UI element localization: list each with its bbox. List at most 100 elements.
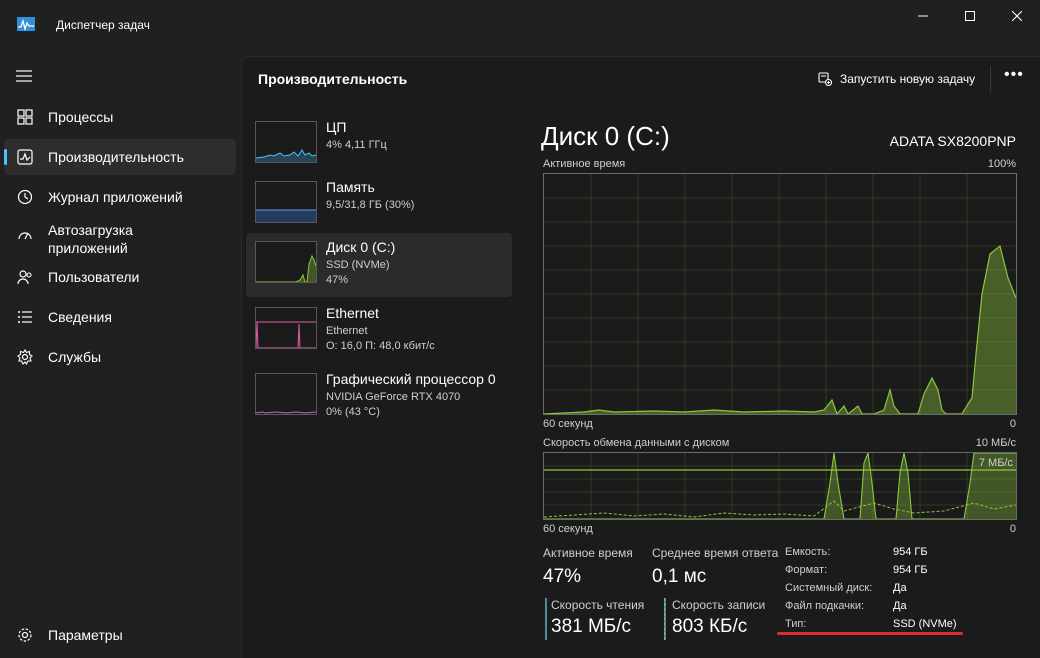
more-options-button[interactable]: ••• <box>1004 66 1024 84</box>
close-icon <box>1012 11 1022 21</box>
device-item-disk0[interactable]: Диск 0 (C:) SSD (NVMe) 47% <box>246 233 512 297</box>
minimize-button[interactable] <box>900 0 946 32</box>
transfer-rate-min-label: 0 <box>1009 523 1016 535</box>
details-icon <box>16 308 34 326</box>
transfer-rate-x-label: 60 секунд <box>543 523 593 535</box>
disk-title: Диск 0 (C:) <box>541 121 670 151</box>
startup-icon <box>16 226 34 244</box>
gpu-thumbnail-graph <box>255 373 317 415</box>
property-label: Системный диск: <box>785 582 873 594</box>
property-label: Емкость: <box>785 546 831 558</box>
write-speed-label: Скорость записи <box>672 598 766 612</box>
nav-label: Журнал приложений <box>48 189 183 205</box>
disk-model: ADATA SX8200PNP <box>889 133 1016 149</box>
nav-item-performance[interactable]: Производительность <box>4 139 236 175</box>
device-detail: 9,5/31,8 ГБ (30%) <box>326 199 415 211</box>
page-title: Производительность <box>258 71 408 87</box>
active-time-graph <box>543 173 1017 416</box>
hamburger-menu-icon[interactable] <box>14 66 34 86</box>
main-panel: Производительность Запустить новую задач… <box>241 56 1040 658</box>
device-name: ЦП <box>326 119 347 135</box>
property-label: Тип: <box>785 618 807 630</box>
transfer-rate-graph-label: Скорость обмена данными с диском <box>543 437 730 449</box>
users-icon <box>16 268 34 286</box>
device-detail: NVIDIA GeForce RTX 4070 <box>326 391 461 403</box>
nav-item-settings[interactable]: Параметры <box>4 617 236 653</box>
device-item-memory[interactable]: Память 9,5/31,8 ГБ (30%) <box>246 173 512 237</box>
nav-label: Пользователи <box>48 269 140 285</box>
new-task-icon <box>818 72 832 86</box>
write-speed-value: 803 КБ/с <box>672 616 748 637</box>
property-label: Формат: <box>785 564 828 576</box>
nav-item-services[interactable]: Службы <box>4 339 236 375</box>
property-label: Файл подкачки: <box>785 600 865 612</box>
active-time-stat-value: 47% <box>543 566 582 587</box>
write-speed-bar <box>664 598 666 640</box>
type-highlight-underline <box>777 632 963 635</box>
device-name: Диск 0 (C:) <box>326 239 396 255</box>
response-time-stat-value: 0,1 мс <box>652 566 707 587</box>
processes-icon <box>16 108 34 126</box>
device-item-ethernet[interactable]: Ethernet Ethernet О: 16,0 П: 48,0 кбит/с <box>246 299 512 363</box>
read-speed-bar <box>545 598 547 640</box>
device-name: Графический процессор 0 <box>326 371 496 387</box>
device-detail: 4% 4,11 ГГц <box>326 139 387 151</box>
settings-label: Параметры <box>48 627 123 643</box>
performance-icon <box>16 148 34 166</box>
nav-label: Службы <box>48 349 102 365</box>
transfer-rate-ref-label: 7 МБ/с <box>978 457 1013 469</box>
nav-label: Автозагрузка <box>48 222 133 238</box>
device-item-cpu[interactable]: ЦП 4% 4,11 ГГц <box>246 113 512 177</box>
read-speed-label: Скорость чтения <box>551 598 645 612</box>
task-manager-app-icon <box>17 17 35 31</box>
property-value: 954 ГБ <box>893 546 928 558</box>
device-detail: Ethernet <box>326 325 368 337</box>
nav-item-users[interactable]: Пользователи <box>4 259 236 295</box>
active-time-stat-label: Активное время <box>543 546 633 560</box>
nav-item-app-history[interactable]: Журнал приложений <box>4 179 236 215</box>
device-detail-2: 47% <box>326 274 349 286</box>
property-value: 954 ГБ <box>893 564 928 576</box>
read-speed-value: 381 МБ/с <box>551 616 632 637</box>
nav-item-startup-apps[interactable]: Автозагрузка приложений <box>4 220 236 260</box>
response-time-stat-label: Среднее время ответа <box>652 546 779 560</box>
header-divider <box>990 66 991 92</box>
property-value: SSD (NVMe) <box>893 618 957 630</box>
nav-item-details[interactable]: Сведения <box>4 299 236 335</box>
cpu-thumbnail-graph <box>255 121 317 163</box>
minimize-icon <box>918 15 928 17</box>
run-new-task-button[interactable]: Запустить новую задачу <box>818 68 975 90</box>
ethernet-thumbnail-graph <box>255 307 317 349</box>
nav-label: Процессы <box>48 109 114 125</box>
disk-thumbnail-graph <box>255 241 317 283</box>
active-time-max-label: 100% <box>987 158 1016 170</box>
property-value: Да <box>893 582 907 594</box>
device-name: Ethernet <box>326 305 379 321</box>
device-detail-2: 0% (43 °C) <box>326 406 380 418</box>
maximize-icon <box>965 11 975 21</box>
run-new-task-label: Запустить новую задачу <box>840 72 976 86</box>
device-name: Память <box>326 179 375 195</box>
device-detail: SSD (NVMe) <box>326 259 390 271</box>
maximize-button[interactable] <box>947 0 993 32</box>
memory-thumbnail-graph <box>255 181 317 223</box>
transfer-rate-max-label: 10 МБ/с <box>975 437 1016 449</box>
history-icon <box>16 188 34 206</box>
property-value: Да <box>893 600 907 612</box>
nav-label: Сведения <box>48 309 112 325</box>
active-time-graph-label: Активное время <box>543 158 626 170</box>
nav-label-line2: приложений <box>48 240 128 256</box>
active-time-x-label: 60 секунд <box>543 418 593 430</box>
transfer-rate-graph <box>543 450 1017 520</box>
close-button[interactable] <box>994 0 1040 32</box>
nav-item-processes[interactable]: Процессы <box>4 99 236 135</box>
title-bar: Диспетчер задач <box>0 0 1040 50</box>
active-indicator <box>4 149 7 165</box>
device-detail-2: О: 16,0 П: 48,0 кбит/с <box>326 340 435 352</box>
active-time-min-label: 0 <box>1009 418 1016 430</box>
app-title: Диспетчер задач <box>56 18 150 32</box>
gear-icon <box>16 626 34 644</box>
services-icon <box>16 348 34 366</box>
nav-label: Производительность <box>48 149 184 165</box>
device-item-gpu0[interactable]: Графический процессор 0 NVIDIA GeForce R… <box>246 365 512 429</box>
